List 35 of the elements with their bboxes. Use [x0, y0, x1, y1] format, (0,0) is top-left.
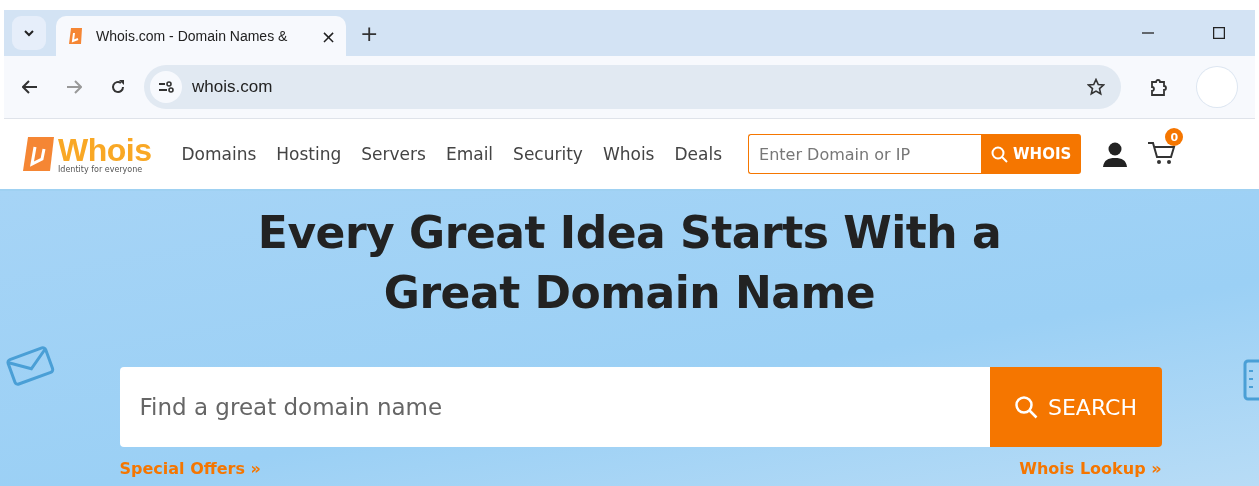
- close-tab-button[interactable]: ×: [320, 25, 336, 47]
- logo-wordmark: Whois: [58, 134, 152, 166]
- back-arrow-icon[interactable]: [22, 80, 38, 94]
- nav-link[interactable]: Deals: [674, 144, 723, 164]
- hero-headline: Every Great Idea Starts With a: [257, 206, 1002, 260]
- nav-link[interactable]: Whois: [602, 144, 655, 164]
- tab-list-button[interactable]: [12, 16, 46, 50]
- logo-icon: [20, 135, 56, 173]
- nav-link[interactable]: Hosting: [276, 144, 342, 164]
- domain-search-field[interactable]: Enter Domain or IP: [748, 134, 982, 174]
- site-settings-icon[interactable]: [158, 81, 174, 93]
- nav-link[interactable]: Domains: [181, 144, 257, 164]
- puzzle-icon[interactable]: [1149, 77, 1169, 97]
- search-icon: [991, 145, 1009, 163]
- address-bar[interactable]: whois.com: [144, 65, 1121, 109]
- hero-headline: Great Domain Name: [383, 266, 876, 320]
- url-text: whois.com: [192, 77, 274, 97]
- cart-count-badge: 0: [1165, 128, 1184, 146]
- user-icon[interactable]: [1101, 140, 1130, 168]
- chevron-down-icon: [23, 29, 35, 37]
- tab-title: Whois.com - Domain Names &: [96, 28, 289, 44]
- nav-link[interactable]: Security: [513, 144, 583, 164]
- document-icon: [1243, 359, 1259, 401]
- star-icon[interactable]: [1087, 78, 1105, 96]
- reload-icon[interactable]: [110, 79, 126, 95]
- maximize-icon[interactable]: [1213, 27, 1225, 39]
- nav-link[interactable]: Servers: [361, 144, 426, 164]
- logo-tagline: Identity for everyone: [58, 166, 144, 174]
- new-tab-button[interactable]: +: [360, 20, 379, 46]
- envelope-icon: [4, 343, 56, 387]
- nav-link[interactable]: Email: [445, 144, 494, 164]
- search-icon: [1014, 395, 1038, 419]
- domain-search-field[interactable]: Find a great domain name: [119, 367, 990, 447]
- forward-arrow-icon[interactable]: [66, 80, 82, 94]
- browser-tab[interactable]: Whois.com - Domain Names & ×: [56, 16, 346, 56]
